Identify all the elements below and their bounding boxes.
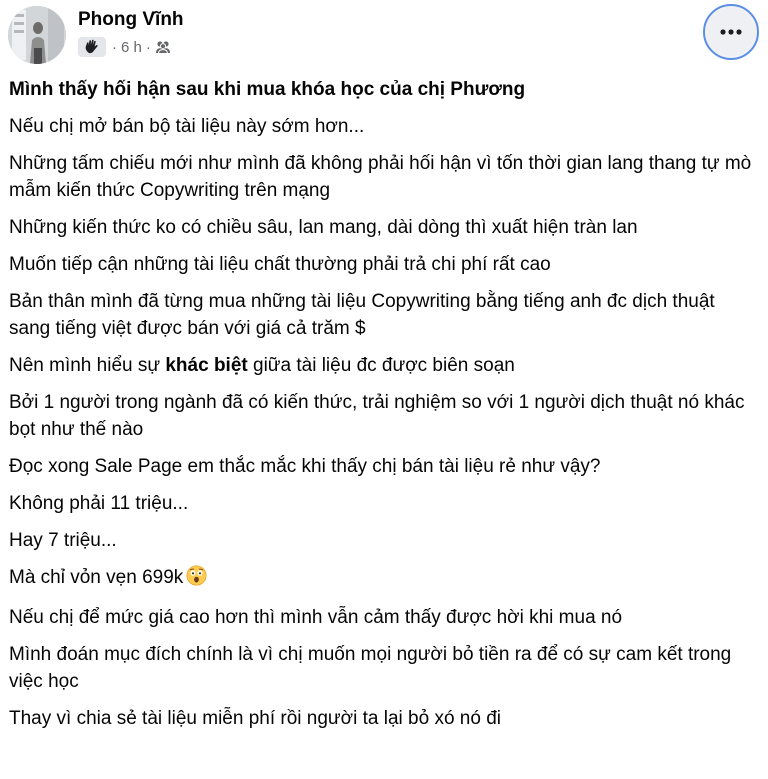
meta-separator-2: · (145, 38, 151, 56)
post-paragraph: Nếu chị mở bán bộ tài liệu này sớm hơn..… (9, 116, 365, 137)
emphasis-bold: khác biệt (165, 355, 248, 376)
post-paragraph: Mình đoán mục đích chính là vì chị muốn … (9, 644, 732, 692)
post-paragraph: Bởi 1 người trong ngành đã có kiến thức,… (9, 392, 745, 440)
post-time[interactable]: 6 h (121, 39, 142, 56)
astonished-face-emoji (186, 565, 207, 594)
post-paragraph: Nếu chị để mức giá cao hơn thì mình vẫn … (9, 607, 623, 628)
post-paragraph: Những kiến thức ko có chiều sâu, lan man… (9, 217, 638, 238)
post-paragraph: Muốn tiếp cận những tài liệu chất thường… (9, 254, 551, 275)
friends-icon[interactable] (155, 40, 171, 54)
post-meta: · 6 h · (78, 36, 171, 58)
post-content: Mình thấy hối hận sau khi mua khóa học c… (9, 78, 761, 742)
author-name[interactable]: Phong Vĩnh (78, 7, 184, 33)
more-options-button[interactable] (703, 4, 759, 60)
price-text: Mà chỉ vỏn vẹn 699k (9, 567, 184, 588)
post-paragraph: Những tấm chiếu mới như mình đã không ph… (9, 153, 752, 201)
post-paragraph-price: Mà chỉ vỏn vẹn 699k (9, 564, 761, 594)
post-title: Mình thấy hối hận sau khi mua khóa học c… (9, 79, 526, 100)
avatar[interactable] (8, 6, 66, 64)
post-paragraph-emphasis: Nên mình hiểu sự khác biệt giữa tài liệu… (9, 352, 761, 379)
post-paragraph: Thay vì chia sẻ tài liệu miễn phí rồi ng… (9, 708, 501, 729)
avatar-photo (8, 6, 66, 64)
post-paragraph: Hay 7 triệu... (9, 530, 117, 551)
facebook-post: Phong Vĩnh · 6 h · Mình thấy hối hận sau… (0, 0, 768, 779)
more-horizontal-icon (707, 8, 755, 56)
post-paragraph: Không phải 11 triệu... (9, 493, 189, 514)
post-paragraph: Bản thân mình đã từng mua những tài liệu… (9, 291, 715, 339)
hand-wave-icon[interactable] (78, 37, 106, 57)
emphasis-after: giữa tài liệu đc được biên soạn (247, 355, 515, 376)
emphasis-before: Nên mình hiểu sự (9, 355, 166, 376)
post-paragraph: Đọc xong Sale Page em thắc mắc khi thấy … (9, 456, 601, 477)
meta-separator: · (112, 38, 117, 56)
